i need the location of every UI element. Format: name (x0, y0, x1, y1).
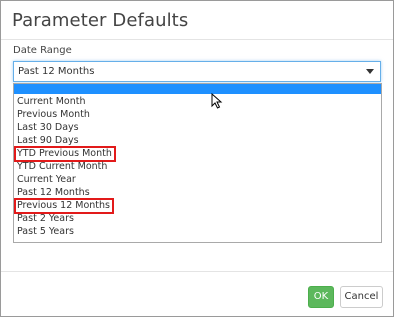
dropdown-option-ytd-current-month[interactable]: YTD Current Month (17, 161, 107, 173)
chevron-down-icon[interactable] (366, 69, 374, 74)
dropdown-option-last-90-days[interactable]: Last 90 Days (17, 135, 79, 147)
date-range-dropdown-list[interactable]: Current Month Previous Month Last 30 Day… (13, 83, 382, 243)
dropdown-option-ytd-previous-month[interactable]: YTD Previous Month (14, 146, 116, 162)
parameter-defaults-dialog: Parameter Defaults Date Range Past 12 Mo… (0, 0, 394, 317)
cancel-button[interactable]: Cancel (340, 286, 383, 308)
date-range-selected-value: Past 12 Months (18, 66, 95, 77)
date-range-label: Date Range (13, 45, 72, 56)
dropdown-option-previous-month[interactable]: Previous Month (17, 109, 90, 121)
dialog-title: Parameter Defaults (12, 10, 189, 31)
dropdown-option-past-5-years[interactable]: Past 5 Years (17, 226, 74, 238)
ok-button[interactable]: OK (308, 286, 334, 308)
dropdown-option-past-2-years[interactable]: Past 2 Years (17, 213, 74, 225)
dropdown-option-previous-12-months[interactable]: Previous 12 Months (13, 198, 115, 214)
dropdown-option-current-year[interactable]: Current Year (17, 174, 76, 186)
header-divider (1, 39, 393, 40)
footer-divider (1, 271, 393, 272)
mouse-pointer-icon (211, 93, 223, 109)
dropdown-option-highlighted-empty[interactable] (14, 84, 381, 94)
dropdown-option-current-month[interactable]: Current Month (17, 96, 85, 108)
dropdown-option-last-30-days[interactable]: Last 30 Days (17, 122, 79, 134)
date-range-select[interactable]: Past 12 Months (13, 61, 381, 82)
dropdown-option-past-12-months[interactable]: Past 12 Months (17, 187, 90, 199)
